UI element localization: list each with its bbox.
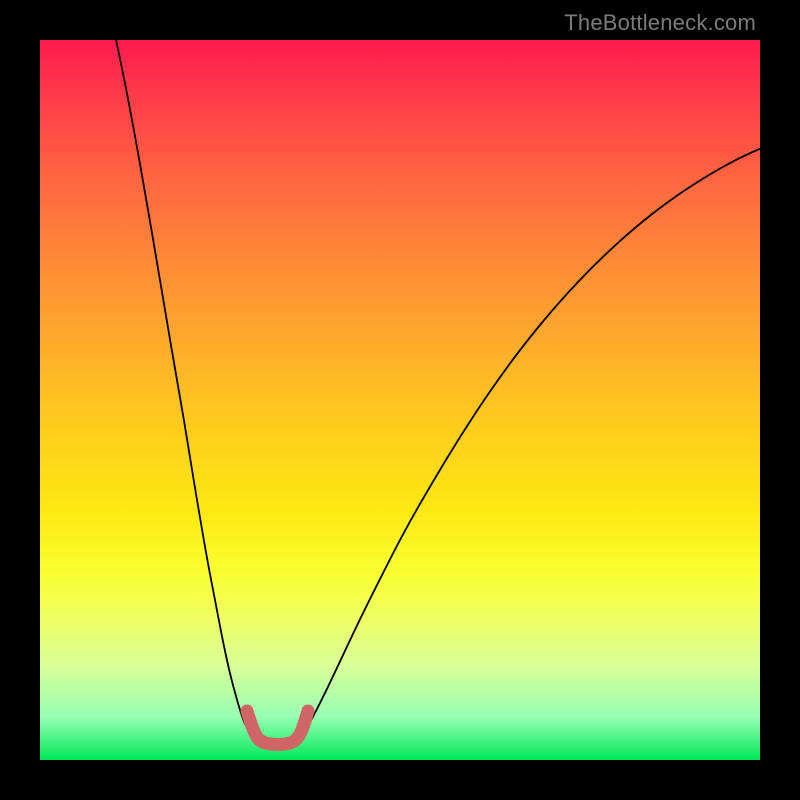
watermark-text: TheBottleneck.com	[564, 10, 756, 36]
curve-layer	[40, 40, 760, 760]
bucket-highlight	[247, 711, 308, 745]
gradient-plot-area	[40, 40, 760, 760]
right-curve	[295, 146, 766, 741]
left-curve	[115, 35, 261, 741]
